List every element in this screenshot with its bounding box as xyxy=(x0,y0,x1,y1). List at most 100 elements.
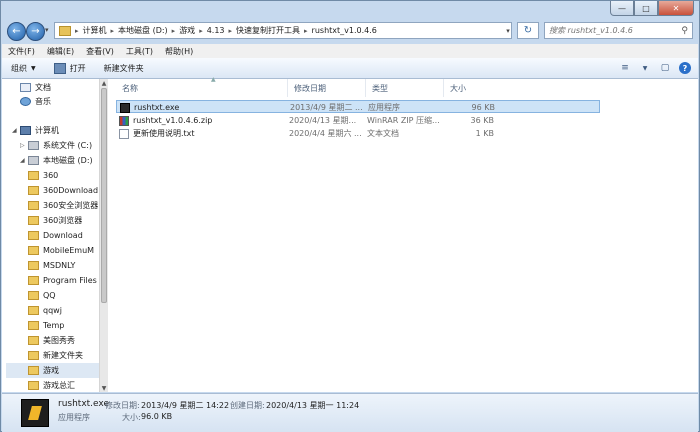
music-icon xyxy=(20,97,31,106)
file-type: 文本文档 xyxy=(367,129,399,138)
folder-icon xyxy=(28,186,39,195)
menu-edit[interactable]: 编辑(E) xyxy=(41,46,80,57)
column-name[interactable]: 名称 ▲ xyxy=(116,76,288,97)
window-controls: — □ ✕ xyxy=(610,1,694,16)
help-icon[interactable]: ? xyxy=(679,62,691,74)
scroll-thumb[interactable] xyxy=(101,88,107,303)
close-button[interactable]: ✕ xyxy=(658,1,694,16)
nav-label: MSDNLY xyxy=(43,261,76,270)
nav-item-folder[interactable]: Program Files xyxy=(28,273,97,288)
nav-item-folder[interactable]: qqwj xyxy=(28,303,62,318)
breadcrumb-games[interactable]: 游戏 xyxy=(176,25,198,36)
nav-item-folder[interactable]: MobileEmuM xyxy=(28,243,94,258)
column-label: 大小 xyxy=(450,83,466,93)
column-size[interactable]: 大小 xyxy=(444,79,494,97)
folder-icon xyxy=(28,276,39,285)
breadcrumb-copy-tool[interactable]: 快速复制打开工具 xyxy=(233,25,303,36)
breadcrumb-current-folder[interactable]: rushtxt_v1.0.4.6 xyxy=(309,26,380,35)
nav-item-folder[interactable]: Download xyxy=(28,228,83,243)
breadcrumb-4-13[interactable]: 4.13 xyxy=(204,26,228,35)
file-size: 36 KB xyxy=(470,116,494,125)
nav-item-music[interactable]: 音乐 xyxy=(20,94,51,109)
nav-item-documents[interactable]: 文档 xyxy=(20,80,51,95)
forward-button[interactable]: → xyxy=(26,22,45,41)
open-button[interactable]: 打开 xyxy=(45,58,95,78)
refresh-button[interactable]: ↻ xyxy=(517,22,539,39)
nav-label: 360安全浏览器 xyxy=(43,201,99,210)
address-dropdown[interactable]: ▾ xyxy=(503,22,513,39)
collapsed-arrow-icon[interactable]: ▷ xyxy=(20,142,28,149)
command-bar: 组织 ▼ 打开 新建文件夹 ≡ ▼ ▢ ? xyxy=(2,58,698,79)
address-bar[interactable]: ▸ 计算机 ▸ 本地磁盘 (D:) ▸ 游戏 ▸ 4.13 ▸ 快速复制打开工具… xyxy=(54,22,512,39)
view-dropdown-icon[interactable]: ▼ xyxy=(638,62,652,74)
file-row[interactable]: rushtxt.exe 2013/4/9 星期二 ... 应用程序 96 KB xyxy=(116,100,600,113)
scroll-down-icon[interactable]: ▼ xyxy=(100,384,108,392)
back-button[interactable]: ← xyxy=(7,22,26,41)
nav-item-folder[interactable]: 新建文件夹 xyxy=(28,348,83,363)
nav-item-drive-d[interactable]: ◢ 本地磁盘 (D:) xyxy=(20,153,93,168)
file-list: 名称 ▲ 修改日期 类型 大小 rushtxt.exe 2013/4/9 星期二 … xyxy=(108,76,698,392)
search-input[interactable] xyxy=(549,26,669,35)
details-created-value: 2020/4/13 星期一 11:24 xyxy=(266,401,360,410)
scroll-up-icon[interactable]: ▲ xyxy=(100,79,108,87)
file-row[interactable]: 更新使用说明.txt 2020/4/4 星期六 ... 文本文档 1 KB xyxy=(116,127,600,140)
expanded-arrow-icon[interactable]: ◢ xyxy=(20,157,28,164)
nav-item-folder[interactable]: 360浏览器 xyxy=(28,213,82,228)
computer-icon xyxy=(20,126,31,135)
details-file-type: 应用程序 xyxy=(58,413,90,422)
recent-pages-dropdown[interactable]: ▾ xyxy=(45,26,49,34)
new-folder-label: 新建文件夹 xyxy=(103,63,144,73)
nav-item-folder[interactable]: 360 xyxy=(28,168,58,183)
nav-scrollbar[interactable]: ▲ ▼ xyxy=(99,79,108,392)
nav-label: 360Download xyxy=(43,186,99,195)
nav-item-folder[interactable]: 360Download xyxy=(28,183,98,198)
menu-file[interactable]: 文件(F) xyxy=(2,46,41,57)
search-icon[interactable]: ⚲ xyxy=(681,26,688,36)
column-date[interactable]: 修改日期 xyxy=(288,79,366,97)
folder-icon xyxy=(28,381,39,390)
maximize-button[interactable]: □ xyxy=(634,1,658,16)
nav-item-folder[interactable]: MSDNLY xyxy=(28,258,75,273)
nav-item-folder[interactable]: QQ xyxy=(28,288,56,303)
column-type[interactable]: 类型 xyxy=(366,79,444,97)
file-name: rushtxt_v1.0.4.6.zip xyxy=(133,116,213,125)
exe-icon xyxy=(120,102,130,113)
view-options-icon[interactable]: ≡ xyxy=(618,62,632,74)
details-created-label: 创建日期: xyxy=(230,401,265,410)
new-folder-button[interactable]: 新建文件夹 xyxy=(95,58,153,78)
menu-help[interactable]: 帮助(H) xyxy=(159,46,199,57)
file-size: 1 KB xyxy=(475,129,494,138)
menu-tools[interactable]: 工具(T) xyxy=(120,46,159,57)
nav-item-folder-selected[interactable]: 游戏 xyxy=(6,363,99,378)
folder-icon xyxy=(28,261,39,270)
breadcrumb-computer[interactable]: 计算机 xyxy=(80,25,110,36)
file-row[interactable]: rushtxt_v1.0.4.6.zip 2020/4/13 星期... Win… xyxy=(116,114,600,127)
organize-label: 组织 xyxy=(11,63,27,73)
drive-icon xyxy=(28,156,39,165)
nav-label: 游戏 xyxy=(43,366,59,375)
expanded-arrow-icon[interactable]: ◢ xyxy=(12,127,20,134)
details-size-value: 96.0 KB xyxy=(141,412,173,421)
file-date: 2020/4/4 星期六 ... xyxy=(289,129,362,138)
nav-item-folder[interactable]: 美图秀秀 xyxy=(28,333,75,348)
folder-icon xyxy=(28,171,39,180)
nav-item-drive-c[interactable]: ▷ 系统文件 (C:) xyxy=(20,138,92,153)
folder-icon xyxy=(28,366,39,375)
nav-label: 美图秀秀 xyxy=(43,336,75,345)
content-area: 文档 音乐 ◢ 计算机 ▷ 系统文件 (C:) ◢ 本地磁盘 (D:) 360 360… xyxy=(2,76,698,392)
search-box: ⚲ xyxy=(544,22,693,39)
minimize-icon: — xyxy=(618,3,626,13)
nav-item-folder[interactable]: 游戏总汇 xyxy=(28,378,75,392)
toolbar-right: ≡ ▼ ▢ ? xyxy=(615,62,698,74)
organize-button[interactable]: 组织 ▼ xyxy=(2,58,45,78)
nav-item-folder[interactable]: Temp xyxy=(28,318,64,333)
nav-label: 游戏总汇 xyxy=(43,381,75,390)
breadcrumb-drive-d[interactable]: 本地磁盘 (D:) xyxy=(115,25,171,36)
minimize-button[interactable]: — xyxy=(610,1,634,16)
preview-pane-icon[interactable]: ▢ xyxy=(658,62,672,74)
drive-icon xyxy=(28,141,39,150)
nav-item-computer[interactable]: ◢ 计算机 xyxy=(12,123,59,138)
file-type: 应用程序 xyxy=(368,103,400,112)
nav-item-folder[interactable]: 360安全浏览器 xyxy=(28,198,98,213)
menu-view[interactable]: 查看(V) xyxy=(80,46,120,57)
